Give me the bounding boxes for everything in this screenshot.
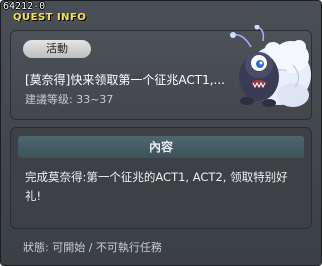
ghost-bear-npc-icon xyxy=(230,25,311,107)
window-id: 64212-0 xyxy=(3,1,46,12)
content-header: 內容 xyxy=(18,136,304,158)
quest-name: [莫奈得]快来领取第一个征兆ACT1,... xyxy=(25,73,225,87)
content-text: 完成莫奈得:第一个征兆的ACT1, ACT2, 领取特别好礼! xyxy=(25,170,288,203)
content-panel: 內容 完成莫奈得:第一个征兆的ACT1, ACT2, 领取特别好礼! xyxy=(10,127,312,229)
status-line: 狀態: 可開始 / 不可執行任務 xyxy=(23,241,162,254)
quest-card[interactable]: 活動 [莫奈得]快来领取第一个征兆ACT1,... 建議等级: 33~37 xyxy=(10,25,312,120)
window-title: QUEST INFO xyxy=(13,12,87,23)
category-badge: 活動 xyxy=(23,40,91,58)
quest-level: 建議等级: 33~37 xyxy=(25,93,114,106)
quest-info-window: 64212-0 QUEST INFO 活動 [莫奈得]快来领取第一个征兆ACT1… xyxy=(0,0,322,266)
